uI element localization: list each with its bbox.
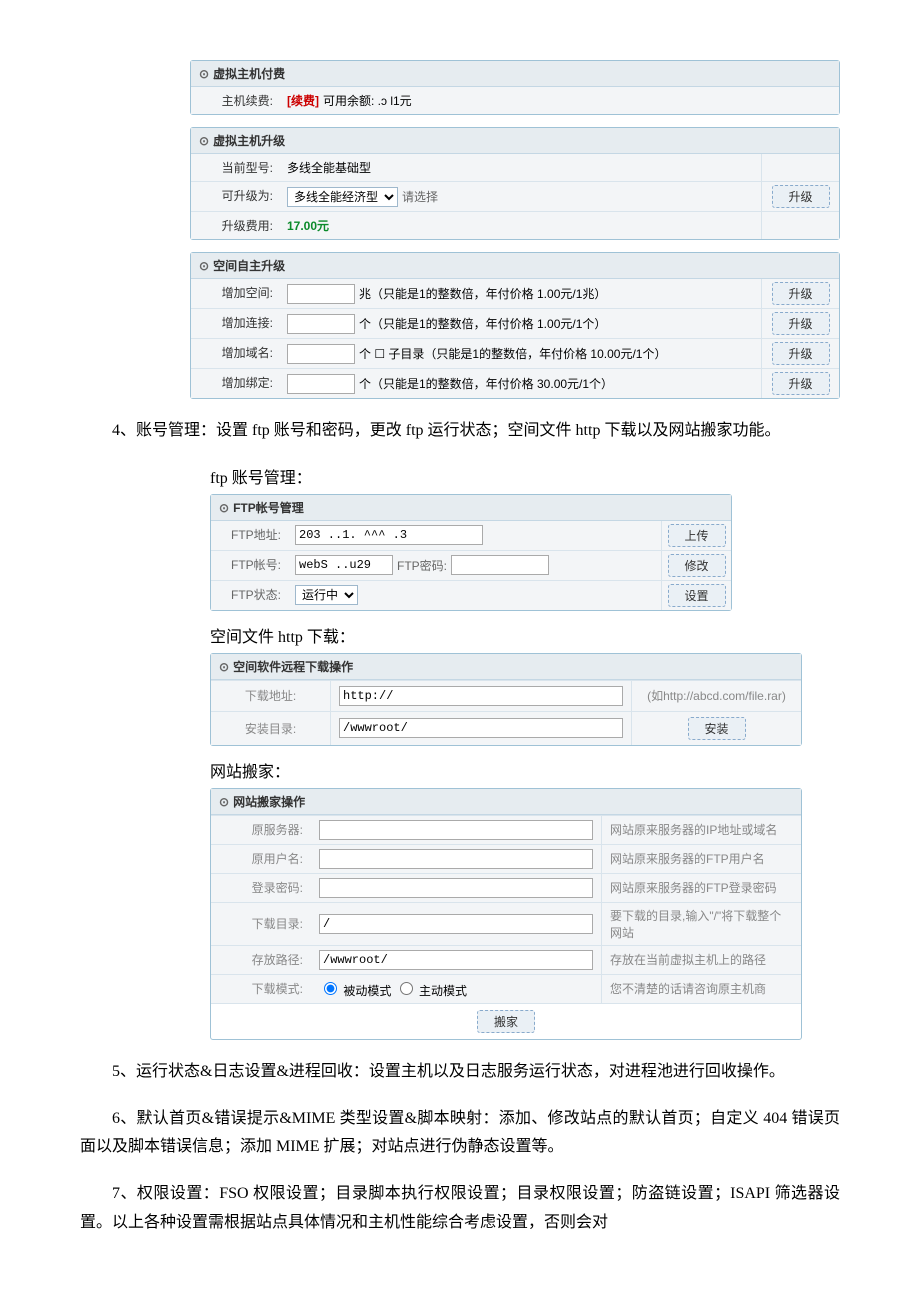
label-ftp-addr: FTP地址:: [211, 521, 289, 550]
space-suffix: 个（只能是1的整数倍，年付价格 1.00元/1个）: [359, 315, 606, 332]
panel-ftp: ⊙FTP帐号管理 FTP地址: 上传 FTP帐号: FTP密码: 修改 FTP状…: [210, 494, 732, 611]
paragraph-5: 5、运行状态&日志设置&进程回收：设置主机以及日志服务运行状态，对进程池进行回收…: [80, 1058, 840, 1087]
panel-title: FTP帐号管理: [233, 501, 304, 515]
move-input[interactable]: [319, 950, 593, 970]
space-amount-input[interactable]: [287, 284, 355, 304]
space-amount-input[interactable]: [287, 314, 355, 334]
move-hint: 网站原来服务器的FTP用户名: [601, 844, 801, 873]
move-hint: 存放在当前虚拟主机上的路径: [601, 945, 801, 974]
panel-move: ⊙网站搬家操作 原服务器: 网站原来服务器的IP地址或域名原用户名: 网站原来服务器…: [210, 788, 802, 1040]
ftp-addr-input[interactable]: [295, 525, 483, 545]
move-hint: 网站原来服务器的FTP登录密码: [601, 873, 801, 902]
label-current-model: 当前型号:: [191, 154, 281, 181]
label-ftp-acct: FTP帐号:: [211, 550, 289, 580]
panel-space-upgrade: ⊙空间自主升级 增加空间: 兆（只能是1的整数倍，年付价格 1.00元/1兆） 升级…: [190, 252, 840, 399]
ftp-state-select[interactable]: 运行中: [295, 585, 358, 605]
move-label: 存放路径:: [211, 945, 311, 974]
move-label: 下载目录:: [211, 902, 311, 945]
label-space-row: 增加连接:: [191, 308, 281, 338]
space-amount-input[interactable]: [287, 344, 355, 364]
label-upgrade-fee: 升级费用:: [191, 211, 281, 239]
upgrade-button[interactable]: 升级: [772, 185, 830, 208]
balance-text: 可用余额: .ɔ l1元: [323, 92, 412, 109]
ftp-caption: ftp 账号管理：: [210, 464, 840, 488]
upgrade-button[interactable]: 升级: [772, 312, 830, 335]
upgrade-button[interactable]: 升级: [772, 282, 830, 305]
label-install-dir: 安装目录:: [211, 711, 331, 745]
renew-link[interactable]: [续费]: [287, 92, 319, 109]
mode-passive-radio[interactable]: 被动模式: [319, 979, 391, 999]
move-input[interactable]: [319, 914, 593, 934]
paragraph-6: 6、默认首页&错误提示&MIME 类型设置&脚本映射：添加、修改站点的默认首页；…: [80, 1105, 840, 1163]
upgrade-hint: 请选择: [402, 188, 438, 205]
panel-title: 空间自主升级: [213, 259, 285, 273]
upgrade-target-select[interactable]: 多线全能经济型: [287, 187, 398, 207]
move-button[interactable]: 搬家: [477, 1010, 535, 1033]
move-label: 登录密码:: [211, 873, 311, 902]
upgrade-fee-value: 17.00元: [287, 217, 329, 234]
panel-header: ⊙FTP帐号管理: [211, 495, 731, 521]
upgrade-button[interactable]: 升级: [772, 372, 830, 395]
move-input[interactable]: [319, 878, 593, 898]
label-renew: 主机续费:: [191, 87, 281, 114]
label-download-url: 下载地址:: [211, 680, 331, 711]
space-amount-input[interactable]: [287, 374, 355, 394]
panel-title: 网站搬家操作: [233, 795, 305, 809]
modify-button[interactable]: 修改: [668, 554, 726, 577]
download-url-input[interactable]: [339, 686, 623, 706]
install-button[interactable]: 安装: [688, 717, 746, 740]
move-label: 原服务器:: [211, 815, 311, 844]
current-model-value: 多线全能基础型: [281, 154, 761, 181]
move-label: 原用户名:: [211, 844, 311, 873]
label-download-mode: 下载模式:: [211, 974, 311, 1003]
space-suffix: 个 ☐ 子目录（只能是1的整数倍，年付价格 10.00元/1个）: [359, 345, 666, 362]
set-button[interactable]: 设置: [668, 584, 726, 607]
panel-host-upgrade: ⊙虚拟主机升级 当前型号: 多线全能基础型 可升级为: 多线全能经济型 请选择 …: [190, 127, 840, 240]
panel-header: ⊙虚拟主机付费: [191, 61, 839, 87]
label-space-row: 增加绑定:: [191, 368, 281, 398]
download-url-hint: (如http://abcd.com/file.rar): [631, 680, 801, 711]
paragraph-4: 4、账号管理：设置 ftp 账号和密码，更改 ftp 运行状态；空间文件 htt…: [80, 417, 840, 446]
ftp-pwd-input[interactable]: [451, 555, 549, 575]
upgrade-button[interactable]: 升级: [772, 342, 830, 365]
panel-header: ⊙空间软件远程下载操作: [211, 654, 801, 680]
label-space-row: 增加空间:: [191, 279, 281, 308]
paragraph-7: 7、权限设置：FSO 权限设置；目录脚本执行权限设置；目录权限设置；防盗链设置；…: [80, 1180, 840, 1238]
mode-active-radio[interactable]: 主动模式: [395, 979, 467, 999]
mode-hint: 您不清楚的话请咨询原主机商: [601, 974, 801, 1003]
install-dir-input[interactable]: [339, 718, 623, 738]
label-ftp-state: FTP状态:: [211, 580, 289, 610]
move-hint: 要下载的目录,输入"/"将下载整个网站: [601, 902, 801, 945]
panel-title: 虚拟主机升级: [213, 134, 285, 148]
space-suffix: 兆（只能是1的整数倍，年付价格 1.00元/1兆）: [359, 285, 606, 302]
panel-host-pay: ⊙虚拟主机付费 主机续费: [续费] 可用余额: .ɔ l1元: [190, 60, 840, 115]
ftp-acct-input[interactable]: [295, 555, 393, 575]
panel-header: ⊙空间自主升级: [191, 253, 839, 279]
label-ftp-pwd: FTP密码:: [397, 557, 447, 574]
panel-header: ⊙网站搬家操作: [211, 789, 801, 815]
label-space-row: 增加域名:: [191, 338, 281, 368]
panel-header: ⊙虚拟主机升级: [191, 128, 839, 154]
move-input[interactable]: [319, 820, 593, 840]
label-upgrade-to: 可升级为:: [191, 181, 281, 211]
move-input[interactable]: [319, 849, 593, 869]
download-caption: 空间文件 http 下载：: [210, 623, 840, 647]
space-suffix: 个（只能是1的整数倍，年付价格 30.00元/1个）: [359, 375, 613, 392]
panel-download: ⊙空间软件远程下载操作 下载地址: (如http://abcd.com/file…: [210, 653, 802, 746]
move-caption: 网站搬家：: [210, 758, 840, 782]
panel-title: 空间软件远程下载操作: [233, 660, 353, 674]
move-hint: 网站原来服务器的IP地址或域名: [601, 815, 801, 844]
upload-button[interactable]: 上传: [668, 524, 726, 547]
panel-title: 虚拟主机付费: [213, 67, 285, 81]
